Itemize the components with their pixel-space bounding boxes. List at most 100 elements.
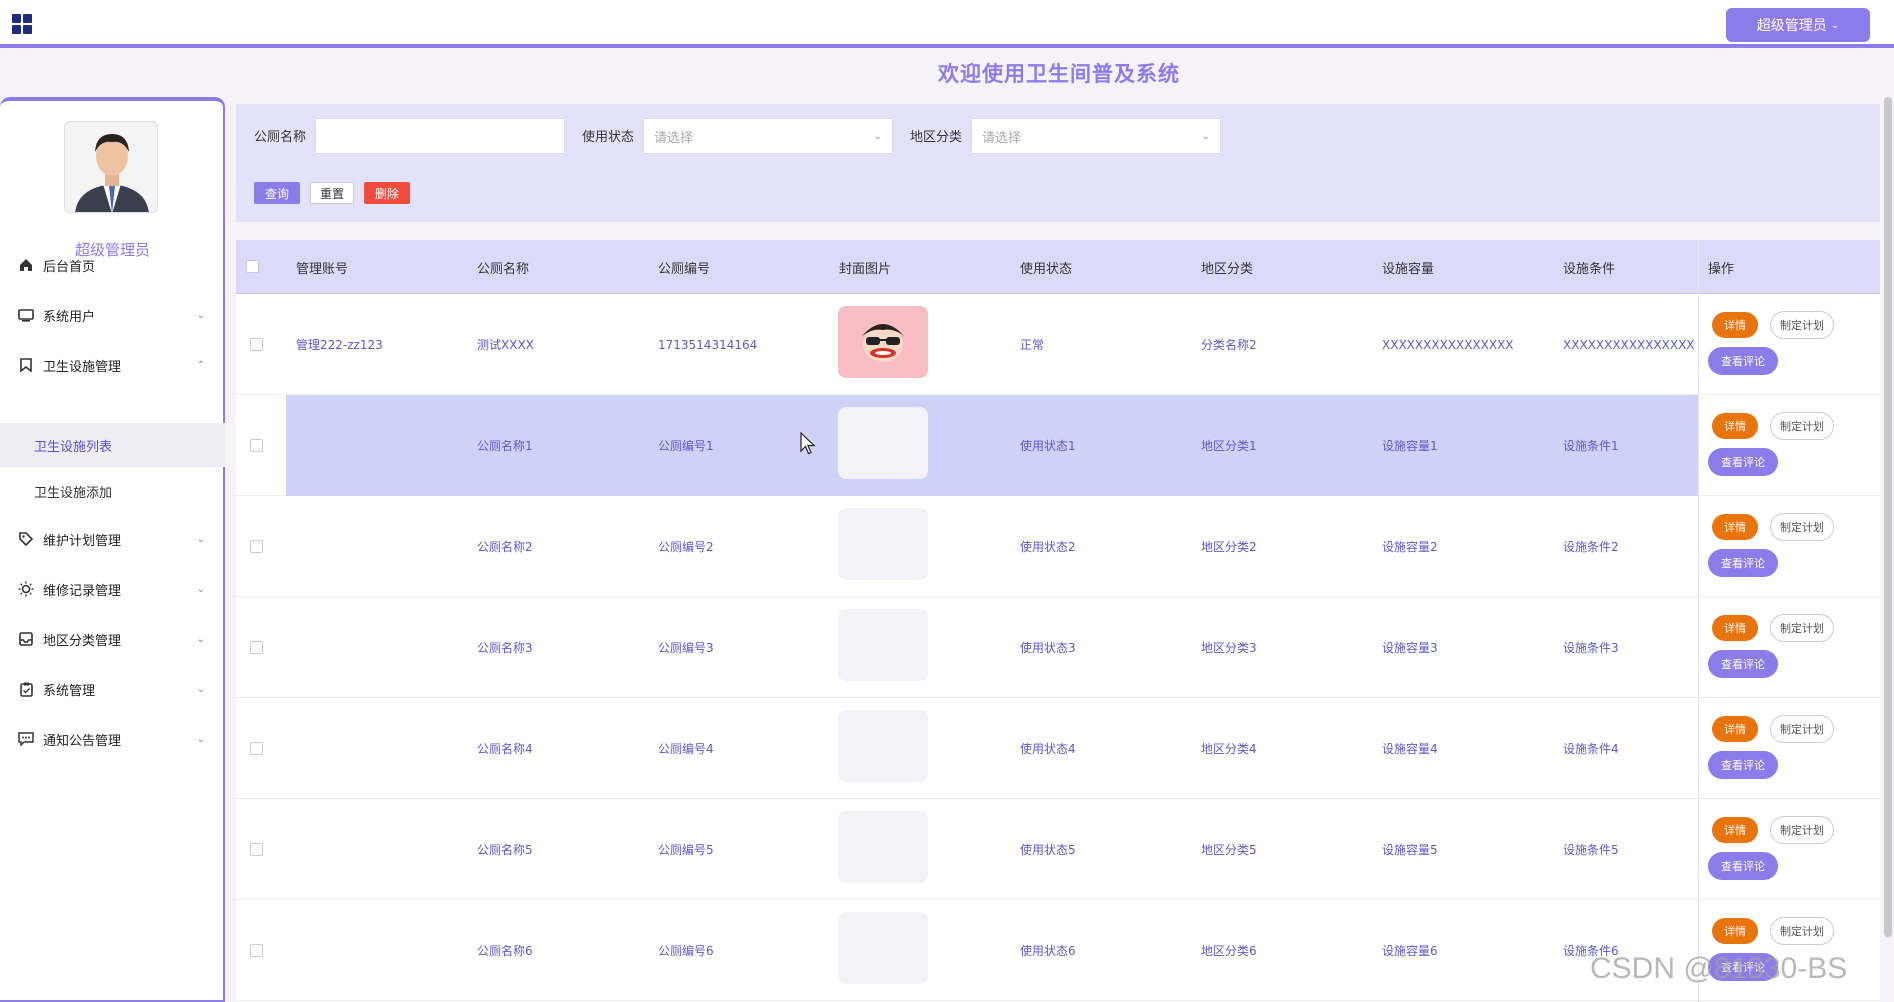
table-row[interactable]: 管理222-zz123 测试XXXX 1713514314164 正常 分类名称2 XXX…: [236, 294, 1880, 395]
row-checkbox[interactable]: [250, 338, 263, 351]
view-comments-button[interactable]: 查看评论: [1708, 448, 1778, 476]
table-row[interactable]: 公厕名称4 公厕编号4 使用状态4 地区分类4 设施容量4 设施条件4 详情 制定计划 查看评论: [236, 698, 1880, 799]
cover-image[interactable]: [838, 407, 928, 479]
cover-image[interactable]: [838, 811, 928, 883]
row-checkbox[interactable]: [250, 540, 263, 553]
table-row[interactable]: 公厕名称1 公厕编号1 使用状态1 地区分类1 设施容量1 设施条件1 详情 制定计划 查看评论: [236, 395, 1880, 496]
make-plan-button[interactable]: 制定计划: [1770, 311, 1834, 339]
row-checkbox[interactable]: [250, 641, 263, 654]
cell-region: 分类名称2: [1201, 338, 1257, 352]
column-header: 设施容量: [1382, 261, 1435, 277]
detail-button[interactable]: 详情: [1712, 716, 1758, 742]
table-row[interactable]: 公厕名称5 公厕编号5 使用状态5 地区分类5 设施容量5 设施条件5 详情 制定计划 查看评论: [236, 799, 1880, 900]
view-comments-button[interactable]: 查看评论: [1708, 347, 1778, 375]
cell-region: 地区分类3: [1201, 641, 1257, 655]
column-header: 地区分类: [1201, 261, 1254, 277]
sidebar-subitem-facility-list[interactable]: 卫生设施列表: [0, 423, 225, 467]
region-select-placeholder: 请选择: [982, 130, 1022, 146]
region-select[interactable]: 请选择 ⌄: [971, 118, 1221, 154]
sidebar-item-label: 地区分类管理: [43, 633, 122, 649]
row-checkbox[interactable]: [250, 944, 263, 957]
cover-image[interactable]: [838, 306, 928, 378]
sidebar-item-label: 卫生设施管理: [43, 359, 122, 375]
row-checkbox[interactable]: [250, 439, 263, 452]
delete-button[interactable]: 删除: [364, 182, 410, 204]
cell-status: 使用状态6: [1020, 944, 1076, 958]
chevron-down-icon: ⌄: [196, 533, 205, 545]
home-icon: [17, 256, 35, 274]
top-bar: 超级管理员 ⌄: [0, 0, 1894, 48]
cover-image[interactable]: [838, 609, 928, 681]
cell-code: 公厕编号4: [658, 742, 714, 756]
status-select-placeholder: 请选择: [654, 130, 694, 146]
cover-image[interactable]: [838, 508, 928, 580]
sidebar-item-region-category[interactable]: 地区分类管理 ⌄: [0, 615, 225, 663]
sidebar-item-label: 系统管理: [43, 683, 96, 699]
chevron-down-icon: ⌄: [196, 633, 205, 645]
detail-button[interactable]: 详情: [1712, 514, 1758, 540]
region-filter-label: 地区分类: [910, 130, 963, 145]
make-plan-button[interactable]: 制定计划: [1770, 715, 1834, 743]
inbox-icon: [17, 630, 35, 648]
detail-button[interactable]: 详情: [1712, 312, 1758, 338]
cell-region: 地区分类6: [1201, 944, 1257, 958]
sidebar-item-repair-records[interactable]: 维修记录管理 ⌄: [0, 565, 225, 613]
sidebar-item-label: 系统用户: [43, 309, 96, 325]
status-filter-label: 使用状态: [582, 130, 635, 145]
page-scrollbar[interactable]: [1884, 97, 1892, 937]
cell-condition: 设施条件1: [1563, 439, 1619, 453]
cell-region: 地区分类5: [1201, 843, 1257, 857]
make-plan-button[interactable]: 制定计划: [1770, 412, 1834, 440]
view-comments-button[interactable]: 查看评论: [1708, 650, 1778, 678]
cover-image[interactable]: [838, 912, 928, 984]
chevron-down-icon: ⌄: [196, 583, 205, 595]
sidebar-item-maintenance-plan[interactable]: 维护计划管理 ⌄: [0, 515, 225, 563]
sidebar-item-notice-management[interactable]: 通知公告管理 ⌄: [0, 715, 225, 763]
cell-condition: 设施条件4: [1563, 742, 1619, 756]
cover-image[interactable]: [838, 710, 928, 782]
cell-capacity: 设施容量3: [1382, 641, 1438, 655]
table-row[interactable]: 公厕名称3 公厕编号3 使用状态3 地区分类3 设施容量3 设施条件3 详情 制定计划 查看评论: [236, 597, 1880, 698]
sidebar-item-system-users[interactable]: 系统用户 ⌄: [0, 291, 225, 339]
column-header: 公厕编号: [658, 261, 711, 277]
toilet-name-input[interactable]: [315, 118, 565, 154]
detail-button[interactable]: 详情: [1712, 817, 1758, 843]
sidebar-subitem-facility-add[interactable]: 卫生设施添加: [0, 469, 225, 513]
sidebar-item-home[interactable]: 后台首页: [0, 241, 225, 289]
chevron-down-icon: ⌄: [873, 130, 882, 142]
status-select[interactable]: 请选择 ⌄: [643, 118, 893, 154]
watermark: CSDN @81330-BS: [1590, 952, 1848, 985]
page-title: 欢迎使用卫生间普及系统: [938, 62, 1180, 86]
select-all-checkbox[interactable]: [246, 260, 259, 273]
cell-region: 地区分类4: [1201, 742, 1257, 756]
make-plan-button[interactable]: 制定计划: [1770, 917, 1834, 945]
cell-account: 管理222-zz123: [296, 338, 383, 352]
detail-button[interactable]: 详情: [1712, 615, 1758, 641]
detail-button[interactable]: 详情: [1712, 918, 1758, 944]
view-comments-button[interactable]: 查看评论: [1708, 852, 1778, 880]
sidebar-item-facility-management[interactable]: 卫生设施管理 ⌃: [0, 341, 225, 389]
menu-grid-icon[interactable]: [12, 14, 32, 34]
table-row[interactable]: 公厕名称2 公厕编号2 使用状态2 地区分类2 设施容量2 设施条件2 详情 制定计划 查看评论: [236, 496, 1880, 597]
make-plan-button[interactable]: 制定计划: [1770, 513, 1834, 541]
detail-button[interactable]: 详情: [1712, 413, 1758, 439]
cell-code: 公厕编号2: [658, 540, 714, 554]
monitor-icon: [17, 306, 35, 324]
user-menu-label: 超级管理员: [1756, 18, 1827, 34]
sidebar-item-system-management[interactable]: 系统管理 ⌄: [0, 665, 225, 713]
view-comments-button[interactable]: 查看评论: [1708, 751, 1778, 779]
user-menu-button[interactable]: 超级管理员 ⌄: [1726, 8, 1870, 42]
column-header: 管理账号: [296, 261, 349, 277]
view-comments-button[interactable]: 查看评论: [1708, 549, 1778, 577]
cell-status: 使用状态5: [1020, 843, 1076, 857]
sun-icon: [17, 580, 35, 598]
row-checkbox[interactable]: [250, 843, 263, 856]
cell-name: 公厕名称2: [477, 540, 533, 554]
query-button[interactable]: 查询: [254, 182, 300, 204]
make-plan-button[interactable]: 制定计划: [1770, 816, 1834, 844]
cell-name: 公厕名称6: [477, 944, 533, 958]
make-plan-button[interactable]: 制定计划: [1770, 614, 1834, 642]
reset-button[interactable]: 重置: [310, 182, 354, 204]
row-checkbox[interactable]: [250, 742, 263, 755]
column-header: 封面图片: [839, 261, 892, 277]
